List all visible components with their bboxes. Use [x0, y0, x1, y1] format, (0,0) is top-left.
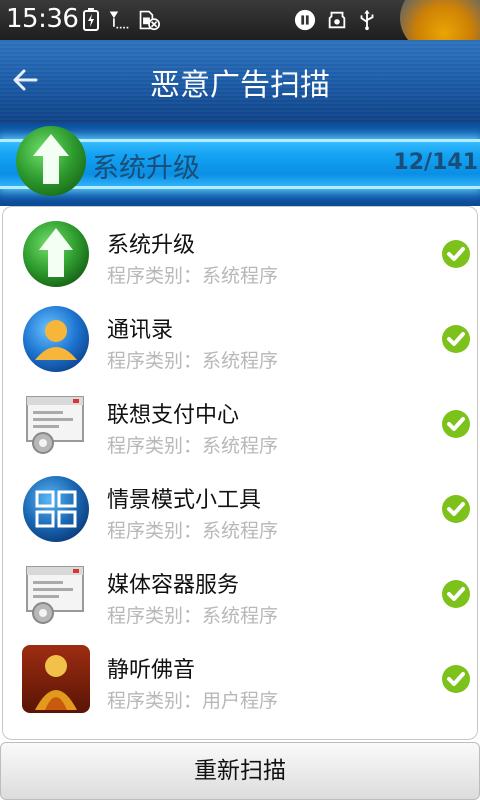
list-item[interactable]: 媒体容器服务 程序类别：系统程序	[3, 547, 477, 632]
status-time: 15:36	[6, 4, 79, 34]
app-category: 程序类别：系统程序	[107, 520, 279, 542]
title-bar: 恶意广告扫描	[0, 40, 480, 124]
check-icon	[442, 580, 470, 608]
rescan-button[interactable]: 重新扫描	[0, 742, 480, 800]
signal-icon	[109, 11, 129, 29]
list-item[interactable]: 联想支付中心 程序类别：系统程序	[3, 377, 477, 462]
list-item[interactable]: 静听佛音 程序类别：用户程序	[3, 632, 477, 717]
contacts-icon	[23, 306, 89, 372]
app-name: 静听佛音	[107, 658, 196, 683]
app-name: 情景模式小工具	[107, 488, 262, 513]
scan-progress-band: 系统升级 12/141	[0, 124, 480, 206]
app-category: 程序类别：系统程序	[107, 350, 279, 372]
profile-widget-icon	[23, 476, 89, 542]
buddha-music-icon	[22, 645, 90, 713]
list-item[interactable]: 通讯录 程序类别：系统程序	[3, 292, 477, 377]
app-category: 程序类别：系统程序	[107, 265, 279, 287]
usb-icon	[360, 9, 374, 31]
app-name: 系统升级	[107, 233, 196, 258]
scan-result-list: 系统升级 程序类别：系统程序 通讯录 程序类别：系统程序 联想支付中心 程序类别…	[2, 206, 478, 740]
scan-current-item: 系统升级	[92, 153, 200, 184]
app-settings-icon	[26, 396, 84, 454]
app-name: 媒体容器服务	[107, 573, 240, 598]
check-icon	[442, 665, 470, 693]
check-icon	[442, 325, 470, 353]
list-item[interactable]: 情景模式小工具 程序类别：系统程序	[3, 462, 477, 547]
battery-icon	[83, 8, 99, 31]
check-icon	[442, 410, 470, 438]
status-bar: 15:36	[0, 0, 480, 56]
app-settings-icon	[26, 566, 84, 624]
check-icon	[442, 495, 470, 523]
app-name: 通讯录	[107, 318, 174, 343]
app-category: 程序类别：系统程序	[107, 605, 279, 627]
app-category: 程序类别：系统程序	[107, 435, 279, 457]
page-title: 恶意广告扫描	[150, 68, 330, 103]
list-item[interactable]: 系统升级 程序类别：系统程序	[3, 207, 477, 292]
system-upgrade-icon	[16, 126, 86, 196]
sim-off-icon	[139, 10, 160, 31]
system-upgrade-icon	[23, 221, 89, 287]
usb-debug-icon	[328, 11, 346, 29]
scan-progress-count: 12/141	[393, 150, 478, 175]
back-arrow-icon[interactable]	[8, 60, 48, 100]
app-name: 联想支付中心	[107, 403, 240, 428]
check-icon	[442, 240, 470, 268]
app-category: 程序类别：用户程序	[107, 690, 279, 712]
media-pause-icon	[294, 9, 316, 31]
